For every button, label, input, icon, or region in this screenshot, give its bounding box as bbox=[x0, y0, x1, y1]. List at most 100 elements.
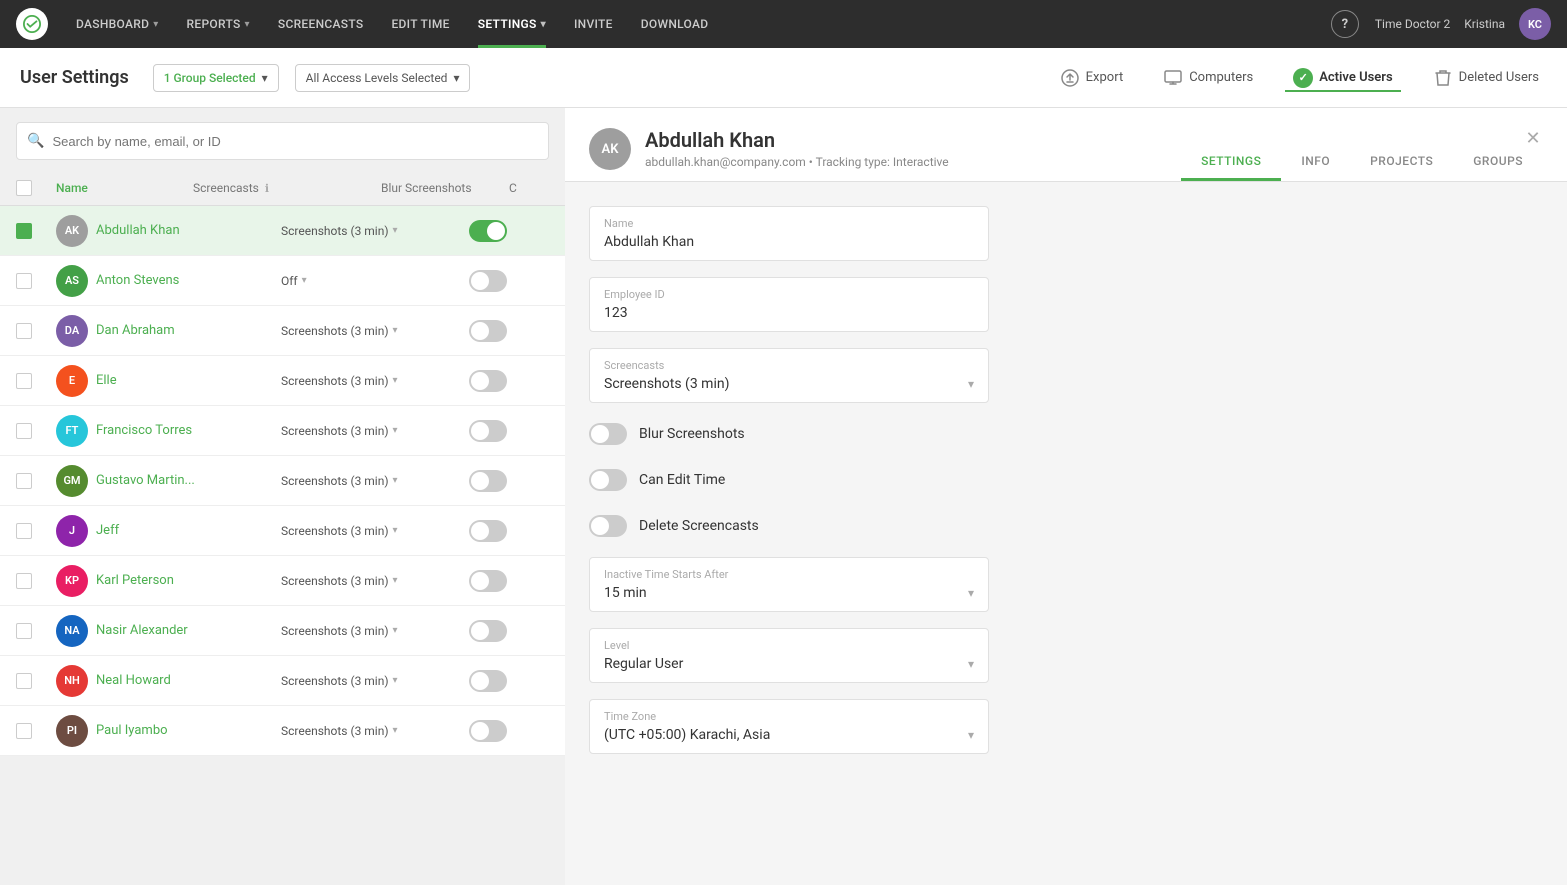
chevron-down-icon[interactable]: ▾ bbox=[393, 725, 398, 736]
export-button[interactable]: Export bbox=[1052, 64, 1132, 92]
row-checkbox[interactable] bbox=[16, 573, 32, 589]
chevron-down-icon[interactable]: ▾ bbox=[393, 625, 398, 636]
blur-toggle[interactable] bbox=[469, 620, 507, 642]
user-name-link[interactable]: Abdullah Khan bbox=[96, 223, 273, 238]
row-checkbox[interactable] bbox=[16, 423, 32, 439]
user-row[interactable]: J Jeff Screenshots (3 min) ▾ bbox=[0, 506, 565, 556]
blur-toggle[interactable] bbox=[469, 220, 507, 242]
delete-screencasts-toggle[interactable] bbox=[589, 515, 627, 537]
screencast-dropdown[interactable]: Off ▾ bbox=[281, 274, 461, 288]
deleted-users-button[interactable]: Deleted Users bbox=[1425, 64, 1547, 92]
chevron-down-icon[interactable]: ▾ bbox=[393, 575, 398, 586]
user-row[interactable]: DA Dan Abraham Screenshots (3 min) ▾ bbox=[0, 306, 565, 356]
screencast-dropdown[interactable]: Screenshots (3 min) ▾ bbox=[281, 624, 461, 638]
user-row[interactable]: FT Francisco Torres Screenshots (3 min) … bbox=[0, 406, 565, 456]
row-checkbox[interactable] bbox=[16, 623, 32, 639]
user-row[interactable]: PI Paul Iyambo Screenshots (3 min) ▾ bbox=[0, 706, 565, 756]
nav-screencasts[interactable]: SCREENCASTS bbox=[266, 0, 376, 48]
user-name-link[interactable]: Nasir Alexander bbox=[96, 623, 273, 638]
access-filter-button[interactable]: All Access Levels Selected ▾ bbox=[295, 64, 471, 92]
blur-toggle[interactable] bbox=[469, 470, 507, 492]
screencast-dropdown[interactable]: Screenshots (3 min) ▾ bbox=[281, 474, 461, 488]
nav-edit-time[interactable]: EDIT TIME bbox=[379, 0, 461, 48]
blur-toggle[interactable] bbox=[469, 370, 507, 392]
blur-toggle[interactable] bbox=[469, 420, 507, 442]
user-row[interactable]: NA Nasir Alexander Screenshots (3 min) ▾ bbox=[0, 606, 565, 656]
user-name-link[interactable]: Paul Iyambo bbox=[96, 723, 273, 738]
select-all-checkbox[interactable] bbox=[16, 180, 48, 196]
close-button[interactable]: ✕ bbox=[1519, 124, 1547, 152]
chevron-down-icon[interactable]: ▾ bbox=[393, 475, 398, 486]
screencast-dropdown[interactable]: Screenshots (3 min) ▾ bbox=[281, 324, 461, 338]
chevron-down-icon[interactable]: ▾ bbox=[302, 275, 307, 286]
blur-screenshots-toggle[interactable] bbox=[589, 423, 627, 445]
user-name-link[interactable]: Gustavo Martin... bbox=[96, 473, 273, 488]
user-name-link[interactable]: Neal Howard bbox=[96, 673, 273, 688]
row-checkbox[interactable] bbox=[16, 523, 32, 539]
user-name-link[interactable]: Karl Peterson bbox=[96, 573, 273, 588]
user-row[interactable]: AK Abdullah Khan Screenshots (3 min) ▾ bbox=[0, 206, 565, 256]
row-checkbox[interactable] bbox=[16, 373, 32, 389]
row-checkbox[interactable] bbox=[16, 473, 32, 489]
user-row[interactable]: KP Karl Peterson Screenshots (3 min) ▾ bbox=[0, 556, 565, 606]
row-checkbox[interactable] bbox=[16, 273, 32, 289]
tab-info[interactable]: INFO bbox=[1281, 144, 1350, 181]
level-select[interactable]: Regular User ▾ bbox=[604, 656, 974, 672]
col-name-header[interactable]: Name bbox=[56, 181, 185, 195]
screencast-dropdown[interactable]: Screenshots (3 min) ▾ bbox=[281, 674, 461, 688]
blur-toggle[interactable] bbox=[469, 270, 507, 292]
row-checkbox[interactable] bbox=[16, 223, 32, 239]
group-filter-button[interactable]: 1 Group Selected ▾ bbox=[153, 64, 279, 92]
nav-settings[interactable]: SETTINGS ▾ bbox=[466, 0, 558, 48]
chevron-down-icon[interactable]: ▾ bbox=[393, 675, 398, 686]
user-avatar[interactable]: KC bbox=[1519, 8, 1551, 40]
chevron-down-icon[interactable]: ▾ bbox=[393, 425, 398, 436]
chevron-down-icon[interactable]: ▾ bbox=[393, 225, 398, 236]
user-row[interactable]: NH Neal Howard Screenshots (3 min) ▾ bbox=[0, 656, 565, 706]
user-row[interactable]: GM Gustavo Martin... Screenshots (3 min)… bbox=[0, 456, 565, 506]
user-row[interactable]: E Elle Screenshots (3 min) ▾ bbox=[0, 356, 565, 406]
screencast-dropdown[interactable]: Screenshots (3 min) ▾ bbox=[281, 224, 461, 238]
screencast-dropdown[interactable]: Screenshots (3 min) ▾ bbox=[281, 424, 461, 438]
user-name-link[interactable]: Francisco Torres bbox=[96, 423, 273, 438]
nav-dashboard[interactable]: DASHBOARD ▾ bbox=[64, 0, 171, 48]
computers-button[interactable]: Computers bbox=[1155, 64, 1261, 92]
screencast-dropdown[interactable]: Screenshots (3 min) ▾ bbox=[281, 374, 461, 388]
user-row[interactable]: AS Anton Stevens Off ▾ bbox=[0, 256, 565, 306]
name-value[interactable]: Abdullah Khan bbox=[604, 234, 974, 250]
blur-toggle[interactable] bbox=[469, 320, 507, 342]
screencasts-select[interactable]: Screenshots (3 min) ▾ bbox=[604, 376, 974, 392]
user-name-link[interactable]: Elle bbox=[96, 373, 273, 388]
nav-download[interactable]: DOWNLOAD bbox=[629, 0, 721, 48]
chevron-down-icon[interactable]: ▾ bbox=[393, 525, 398, 536]
screencast-value: Screenshots (3 min) bbox=[281, 724, 389, 738]
user-name-link[interactable]: Jeff bbox=[96, 523, 273, 538]
screencast-dropdown[interactable]: Screenshots (3 min) ▾ bbox=[281, 574, 461, 588]
user-name-link[interactable]: Anton Stevens bbox=[96, 273, 273, 288]
screencast-dropdown[interactable]: Screenshots (3 min) ▾ bbox=[281, 724, 461, 738]
blur-toggle[interactable] bbox=[469, 570, 507, 592]
tab-settings[interactable]: SETTINGS bbox=[1181, 144, 1281, 181]
tab-projects[interactable]: PROJECTS bbox=[1350, 144, 1453, 181]
blur-toggle[interactable] bbox=[469, 670, 507, 692]
timezone-select[interactable]: (UTC +05:00) Karachi, Asia ▾ bbox=[604, 727, 974, 743]
row-checkbox[interactable] bbox=[16, 323, 32, 339]
screencast-dropdown[interactable]: Screenshots (3 min) ▾ bbox=[281, 524, 461, 538]
can-edit-time-toggle[interactable] bbox=[589, 469, 627, 491]
nav-invite[interactable]: INVITE bbox=[562, 0, 625, 48]
nav-reports[interactable]: REPORTS ▾ bbox=[175, 0, 262, 48]
employee-id-value[interactable]: 123 bbox=[604, 305, 974, 321]
blur-toggle[interactable] bbox=[469, 520, 507, 542]
inactive-time-select[interactable]: 15 min ▾ bbox=[604, 585, 974, 601]
help-button[interactable]: ? bbox=[1331, 10, 1359, 38]
chevron-down-icon[interactable]: ▾ bbox=[393, 325, 398, 336]
header-checkbox[interactable] bbox=[16, 180, 32, 196]
blur-toggle[interactable] bbox=[469, 720, 507, 742]
active-users-button[interactable]: ✓ Active Users bbox=[1285, 64, 1400, 92]
row-checkbox[interactable] bbox=[16, 673, 32, 689]
row-checkbox[interactable] bbox=[16, 723, 32, 739]
app-logo[interactable] bbox=[16, 8, 48, 40]
search-input[interactable] bbox=[52, 134, 538, 149]
user-name-link[interactable]: Dan Abraham bbox=[96, 323, 273, 338]
chevron-down-icon[interactable]: ▾ bbox=[393, 375, 398, 386]
